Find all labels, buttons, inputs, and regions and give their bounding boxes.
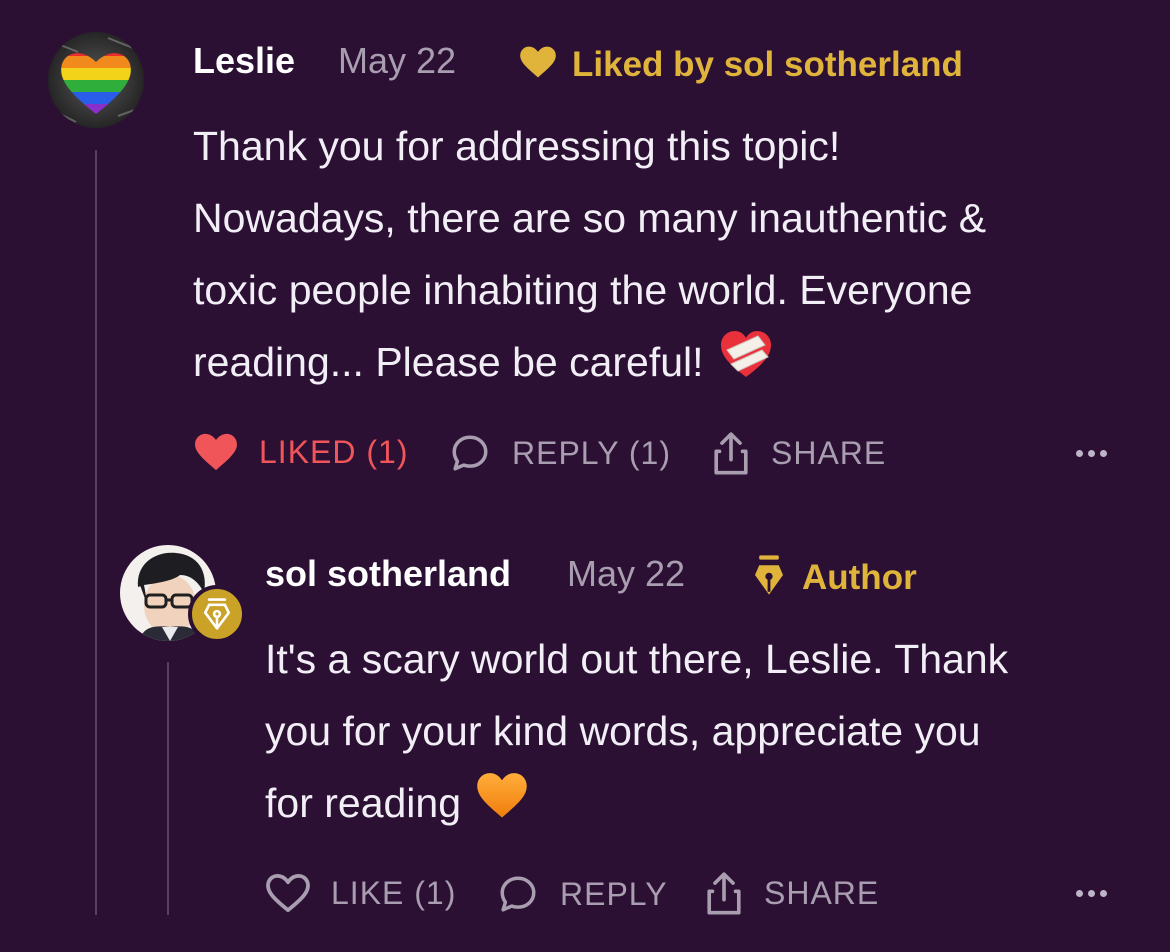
reply-body-line: It's a scary world out there, Leslie. Th… <box>265 636 1009 682</box>
comment-thread-line <box>95 150 97 915</box>
comment-body-line: reading... Please be careful! <box>193 339 704 385</box>
reply-more-options-button[interactable] <box>1076 890 1107 897</box>
share-button[interactable]: SHARE <box>711 430 886 476</box>
gold-heart-icon <box>520 46 556 78</box>
speech-bubble-icon <box>452 435 488 471</box>
reply-body-line: for reading <box>265 780 462 826</box>
comment-date[interactable]: May 22 <box>338 40 456 82</box>
reply-like-label: LIKE (1) <box>331 874 457 911</box>
liked-by-label: Liked by sol sotherland <box>572 45 963 84</box>
comment-body-line: Nowadays, there are so many inauthentic … <box>193 195 987 241</box>
pen-nib-icon <box>203 598 231 630</box>
mending-heart-icon <box>718 328 774 402</box>
orange-heart-icon <box>475 770 529 842</box>
comment-author-name[interactable]: Leslie <box>193 40 295 82</box>
reply-reply-button[interactable]: REPLY <box>496 873 668 915</box>
comment-body-line: Thank you for addressing this topic! <box>193 123 841 169</box>
speech-bubble-icon <box>500 876 536 912</box>
reply-share-label: SHARE <box>764 874 880 911</box>
more-options-button[interactable] <box>1076 450 1107 457</box>
reply-thread-line <box>167 662 169 915</box>
share-icon <box>707 872 741 915</box>
reply-author-name[interactable]: sol sotherland <box>265 553 511 595</box>
reply-body-last-line: for reading <box>265 767 529 842</box>
reply-reply-label: REPLY <box>560 875 668 912</box>
comment-body-last-line: reading... Please be careful! <box>193 326 774 402</box>
heart-filled-icon <box>195 433 237 471</box>
comment-body-line: toxic people inhabiting the world. Every… <box>193 267 973 313</box>
reply-date[interactable]: May 22 <box>567 553 685 595</box>
reply-button[interactable]: REPLY (1) <box>448 432 671 474</box>
share-label: SHARE <box>771 434 887 471</box>
reply-share-button[interactable]: SHARE <box>704 870 879 916</box>
like-label: LIKED (1) <box>259 433 409 470</box>
share-icon <box>714 432 748 475</box>
like-button[interactable]: LIKED (1) <box>193 432 408 472</box>
heart-outline-icon <box>266 873 310 913</box>
author-label: Author <box>802 558 917 597</box>
reply-like-button[interactable]: LIKE (1) <box>265 873 456 913</box>
author-badge <box>188 585 246 643</box>
pen-nib-icon <box>755 555 783 595</box>
avatar[interactable] <box>48 32 144 128</box>
reply-body-line: you for your kind words, appreciate you <box>265 708 981 754</box>
reply-label: REPLY (1) <box>512 434 671 471</box>
